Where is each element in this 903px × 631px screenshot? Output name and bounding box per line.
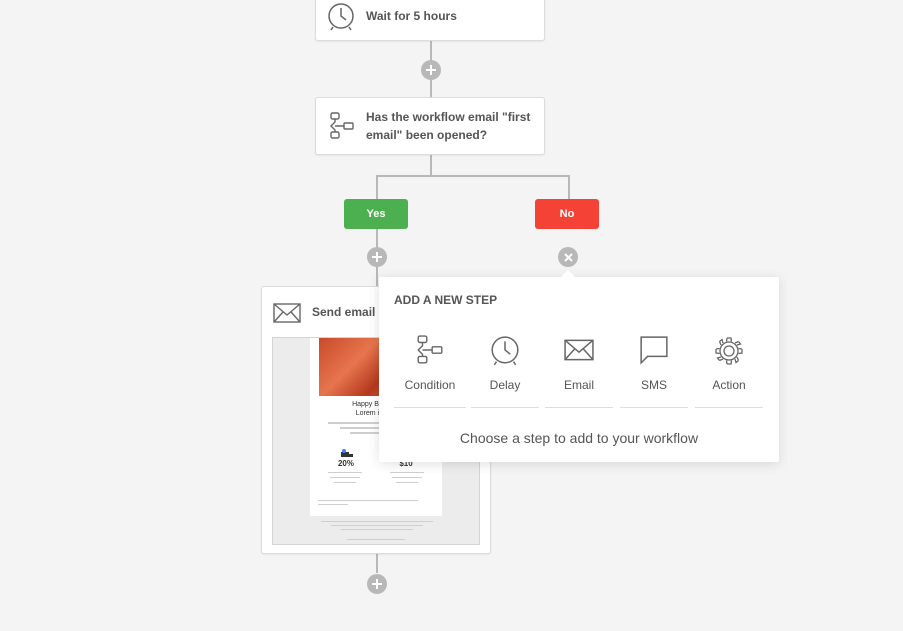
chat-bubble-icon <box>640 336 668 365</box>
step-title: Wait for 5 hours <box>366 9 457 23</box>
condition-icon <box>417 335 443 364</box>
close-add-step-button[interactable] <box>558 247 578 267</box>
plus-icon <box>372 579 382 589</box>
plus-icon <box>426 65 436 75</box>
email-footer-line <box>347 539 405 540</box>
add-step-button[interactable] <box>367 247 387 267</box>
email-text-line <box>334 482 356 483</box>
clock-icon <box>327 2 355 37</box>
connector-line <box>568 175 570 200</box>
email-stat-left: 20% <box>337 459 354 468</box>
step-option-label: Action <box>712 378 746 392</box>
step-option-action[interactable]: Action <box>695 333 763 408</box>
step-option-label: SMS <box>640 378 667 392</box>
step-title: Send email 2 <box>312 305 386 319</box>
step-option-email[interactable]: Email <box>545 333 613 408</box>
popup-arrow <box>561 270 575 277</box>
workflow-step-condition[interactable]: Has the workflow email "first email" bee… <box>315 97 545 155</box>
step-option-label: Email <box>563 378 594 392</box>
email-footer-line <box>331 525 423 526</box>
email-text-line <box>318 500 418 501</box>
step-option-delay[interactable]: Delay <box>471 333 539 408</box>
step-title: Has the workflow email "first email" bee… <box>366 110 531 142</box>
add-step-button[interactable] <box>367 574 387 594</box>
gear-icon <box>715 337 743 365</box>
branch-no-label: No <box>559 208 575 220</box>
email-text-line <box>392 477 422 478</box>
email-text-line <box>396 482 418 483</box>
step-option-label: Condition <box>404 378 456 392</box>
branch-yes-label: Yes <box>366 208 386 220</box>
branch-no-button[interactable]: No <box>535 199 599 229</box>
plus-icon <box>372 252 382 262</box>
branch-yes-button[interactable]: Yes <box>344 199 408 229</box>
connector-line <box>430 154 432 176</box>
email-footer-line <box>321 521 433 522</box>
clock-icon <box>491 336 519 366</box>
popup-hint: Choose a step to add to your workflow <box>459 430 699 446</box>
connector-line <box>376 553 378 573</box>
step-option-sms[interactable]: SMS <box>620 333 688 408</box>
envelope-icon <box>564 339 594 361</box>
connector-line <box>377 175 570 177</box>
add-step-button[interactable] <box>421 60 441 80</box>
step-option-label: Delay <box>489 378 521 392</box>
email-footer-line <box>341 529 413 530</box>
condition-icon <box>329 112 355 145</box>
email-text-line <box>330 477 360 478</box>
close-icon <box>563 252 573 262</box>
email-text-line <box>328 472 362 473</box>
connector-line <box>376 175 378 200</box>
add-step-popup: ADD A NEW STEP Condition Delay Email SMS <box>379 270 779 462</box>
popup-heading: ADD A NEW STEP <box>394 293 498 307</box>
envelope-icon <box>273 303 301 328</box>
step-option-condition[interactable]: Condition <box>394 333 466 408</box>
email-text-line <box>390 472 424 473</box>
email-text-line <box>318 504 348 505</box>
workflow-step-delay[interactable]: Wait for 5 hours <box>315 0 545 41</box>
